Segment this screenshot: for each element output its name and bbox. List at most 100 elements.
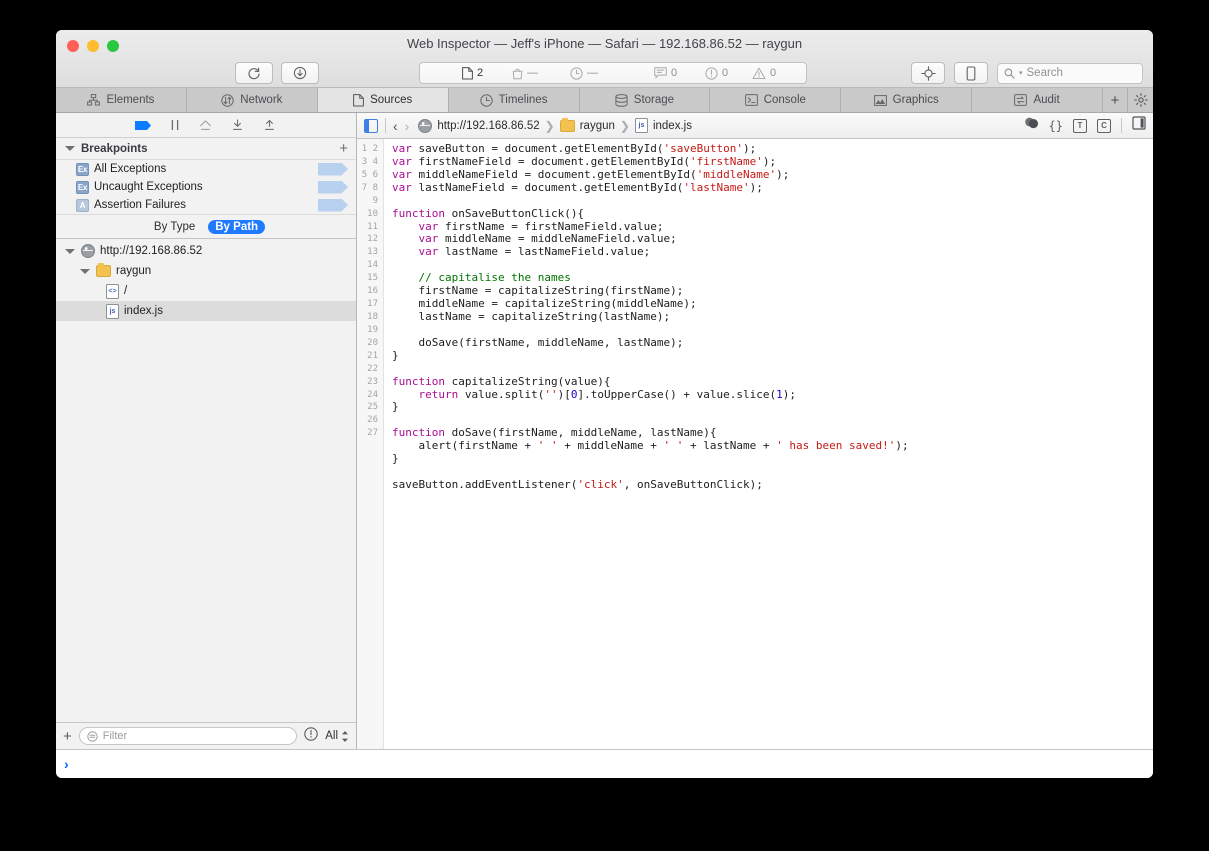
device-mode-button[interactable] [954,62,988,84]
tab-network[interactable]: Network [186,88,318,112]
breakpoint-marker-icon[interactable] [318,198,348,212]
step-into-button[interactable] [230,119,245,131]
add-tab-button[interactable]: + [1103,88,1128,112]
window-title: Web Inspector — Jeff's iPhone — Safari —… [406,36,803,51]
back-button[interactable]: ‹ [393,119,398,133]
tree-item-root-document[interactable]: <> / [56,281,356,301]
status-counters: 2 — — 0 0 0 [419,62,807,84]
tab-console-label: Console [763,94,806,106]
disclosure-triangle-icon[interactable] [64,248,76,254]
pause-resume-button[interactable] [169,119,181,131]
tree-item-label: index.js [124,305,163,317]
console-prompt-bar[interactable]: › [56,749,1153,778]
tree-item-folder[interactable]: raygun [56,261,356,281]
pretty-print-icon[interactable]: {} [1049,119,1063,133]
search-input[interactable]: ▾ Search [997,62,1143,84]
toolbar-left-buttons [235,62,319,84]
source-code[interactable]: var saveButton = document.getElementById… [384,139,1153,749]
counter-time-value: — [587,67,598,79]
download-button[interactable] [281,62,319,84]
tab-elements-label: Elements [106,94,155,106]
continue-icon[interactable]: C [1097,118,1111,133]
sources-sidebar: Breakpoints + Ex All Exceptions Ex Uncau… [56,113,357,749]
breakpoint-marker-icon[interactable] [318,180,348,194]
details-sidebar-toggle-icon[interactable] [1132,116,1146,135]
tab-console[interactable]: Console [710,88,842,112]
disclosure-triangle-icon[interactable] [79,268,91,274]
main-toolbar: 2 — — 0 0 0 ▾ Search [56,58,1153,88]
breakpoint-label: All Exceptions [94,163,167,175]
resource-tree: http://192.168.86.52 raygun <> / js inde… [56,239,356,722]
sidebar-toggle-icon[interactable] [364,118,378,133]
step-over-button[interactable] [198,119,213,131]
breadcrumb-origin[interactable]: http://192.168.86.52 [418,118,540,133]
counter-logs-value: 0 [671,67,678,79]
counter-warnings[interactable]: 0 [752,67,776,80]
divider [385,118,386,133]
node-inspect-button[interactable] [911,62,945,84]
tab-graphics[interactable]: Graphics [841,88,973,112]
assertion-badge-icon: A [76,198,89,212]
breakpoint-row-uncaught-exceptions[interactable]: Ex Uncaught Exceptions [56,178,356,196]
activate-breakpoints-button[interactable] [135,120,152,131]
tree-item-label: raygun [116,265,152,277]
tree-item-origin[interactable]: http://192.168.86.52 [56,241,356,261]
breadcrumb-label: http://192.168.86.52 [437,119,540,132]
web-inspector-window: Web Inspector — Jeff's iPhone — Safari —… [56,30,1153,778]
counter-downloads[interactable]: — [512,67,538,80]
counter-warnings-value: 0 [770,67,777,79]
breakpoint-label: Assertion Failures [94,199,187,211]
exception-badge-icon: Ex [76,162,89,176]
scope-select-label: All [325,730,338,742]
add-breakpoint-button[interactable]: + [339,141,348,156]
filter-input[interactable]: Filter [78,727,298,745]
resources-icon[interactable] [1024,116,1039,135]
tab-audit[interactable]: Audit [972,88,1103,112]
window-titlebar: Web Inspector — Jeff's iPhone — Safari —… [56,30,1153,88]
panel-tabbar: Elements Network Sources Timelines Stora… [56,88,1153,113]
counter-time[interactable]: — [570,66,598,80]
folder-icon [96,263,111,277]
chevron-down-icon [65,146,75,151]
breadcrumb-folder[interactable]: raygun [559,117,615,132]
counter-errors[interactable]: 0 [705,66,729,80]
tree-item-index-js[interactable]: js index.js [56,301,356,321]
tab-elements[interactable]: Elements [56,88,187,112]
forward-button[interactable]: › [405,119,410,133]
step-out-button[interactable] [262,119,277,131]
debugger-controls [56,113,356,138]
source-content-pane: ‹ › http://192.168.86.52 ❯ raygun ❯ js i… [357,113,1153,749]
group-by-path-button[interactable]: By Path [208,219,266,234]
filter-placeholder-text: Filter [102,730,128,742]
scope-select[interactable]: All [325,730,349,743]
tree-item-label: http://192.168.86.52 [100,245,203,257]
globe-icon [418,118,433,133]
tab-sources[interactable]: Sources [317,88,449,112]
breadcrumb-separator: ❯ [544,118,555,133]
group-by-type-button[interactable]: By Type [147,220,202,234]
tab-storage[interactable]: Storage [579,88,711,112]
reload-button[interactable] [235,62,273,84]
divider [1121,118,1122,133]
issues-filter-button[interactable] [304,726,318,746]
breakpoint-row-assertion-failures[interactable]: A Assertion Failures [56,196,356,214]
counter-errors-value: 0 [722,67,729,79]
breakpoint-marker-icon[interactable] [318,162,348,176]
breakpoints-section-title: Breakpoints [81,142,148,155]
breakpoints-section-header[interactable]: Breakpoints + [56,138,356,160]
show-type-icon[interactable]: T [1073,118,1087,133]
js-file-icon: js [106,303,119,319]
tab-timelines[interactable]: Timelines [448,88,580,112]
code-editor[interactable]: 1 2 3 4 5 6 7 8 9 10 11 12 13 14 15 16 1… [357,139,1153,749]
counter-resources[interactable]: 2 [462,66,483,80]
folder-icon [559,117,575,132]
sidebar-footer: + Filter All [56,722,356,749]
settings-button[interactable] [1128,88,1153,112]
add-resource-button[interactable]: + [63,729,72,744]
counter-logs[interactable]: 0 [654,67,677,79]
tab-network-label: Network [240,94,283,106]
breadcrumb-file[interactable]: js index.js [634,118,692,133]
search-placeholder-text: Search [1026,67,1063,79]
line-number-gutter[interactable]: 1 2 3 4 5 6 7 8 9 10 11 12 13 14 15 16 1… [357,139,384,749]
breakpoint-row-all-exceptions[interactable]: Ex All Exceptions [56,160,356,178]
